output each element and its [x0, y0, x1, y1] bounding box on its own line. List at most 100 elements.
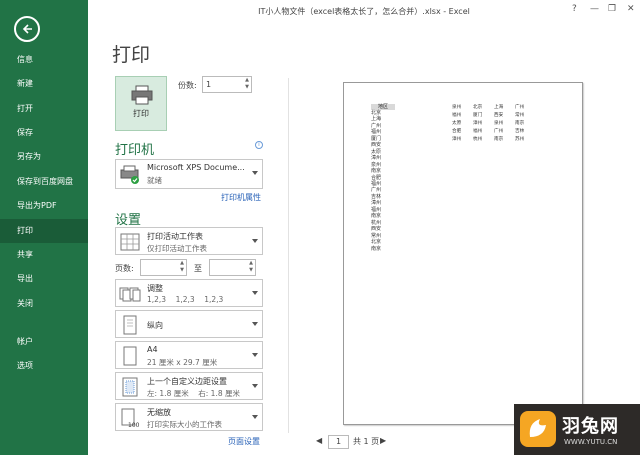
chevron-down-icon — [252, 171, 258, 175]
title-bar: IT小人物文件（excel表格太长了，怎么合并）.xlsx - Excel ? … — [88, 0, 640, 22]
chevron-down-icon — [252, 384, 258, 388]
nav-item-close[interactable]: 关闭 — [0, 292, 88, 316]
preview-column-cells: 北京 上海 广州 福州 厦门 西安 太原 漳州 泉州 南京 合肥 福州 广州 吉林 漳州 福州 南京 杭州 西安 常州… — [371, 110, 395, 252]
collate-sub: 1,2,3 1,2,3 1,2,3 — [147, 295, 224, 304]
pages-label: 页数: — [115, 264, 134, 273]
prev-page-icon[interactable]: ◀ — [316, 436, 322, 445]
chevron-down-icon — [252, 353, 258, 357]
collate-title: 调整 — [147, 284, 163, 293]
print-scope-sub: 仅打印活动工作表 — [147, 244, 207, 253]
preview-grid-cell: 杭州 — [473, 137, 483, 142]
scaling-icon: 100 — [121, 408, 140, 429]
chevron-down-icon — [252, 239, 258, 243]
current-page-input[interactable]: 1 — [328, 435, 349, 449]
info-icon[interactable]: i — [255, 141, 263, 149]
printer-properties-link[interactable]: 打印机属性 — [221, 192, 261, 203]
pages-to-input[interactable]: ▲ ▼ — [209, 259, 256, 276]
preview-grid-cell: 北京 — [473, 105, 483, 110]
watermark-logo-icon — [520, 411, 556, 447]
nav-item-print[interactable]: 打印 — [0, 219, 88, 243]
scaling-sub: 打印实际大小的工作表 — [147, 420, 222, 429]
preview-grid-cell: 南京 — [494, 137, 504, 142]
printer-dropdown[interactable]: Microsoft XPS Docume... 就绪 — [115, 159, 263, 189]
paper-icon — [123, 346, 137, 366]
collate-dropdown[interactable]: 调整 1,2,3 1,2,3 1,2,3 — [115, 279, 263, 307]
copies-stepper[interactable]: 1 ▲ ▼ — [202, 76, 252, 93]
pages-to-label: 至 — [194, 264, 202, 273]
spin-down-icon[interactable]: ▼ — [247, 267, 255, 274]
paper-size-dropdown[interactable]: A4 21 厘米 x 29.7 厘米 — [115, 341, 263, 369]
preview-grid-cell: 合肥 — [452, 129, 462, 134]
preview-grid-row: 太原 漳州 泉州 南京 — [452, 120, 536, 128]
collate-icon — [119, 287, 141, 302]
xps-printer-icon — [120, 165, 139, 184]
printer-name: Microsoft XPS Docume... — [147, 163, 245, 172]
nav-item-export-pdf[interactable]: 导出为PDF — [0, 194, 88, 218]
preview-grid-cell: 广州 — [515, 105, 525, 110]
portrait-icon — [123, 315, 137, 335]
nav-item-open[interactable]: 打开 — [0, 97, 88, 121]
nav-item-info[interactable]: 信息 — [0, 48, 88, 72]
svg-text:100: 100 — [128, 422, 140, 429]
watermark: 羽兔网 WWW.YUTU.CN — [514, 404, 640, 455]
preview-grid-cell: 漳州 — [452, 137, 462, 142]
restore-button[interactable]: ❐ — [608, 4, 616, 14]
chevron-down-icon — [252, 291, 258, 295]
preview-grid-cell: 上海 — [494, 105, 504, 110]
window-title: IT小人物文件（excel表格太长了，怎么合并）.xlsx - Excel — [258, 7, 470, 16]
preview-grid-cell: 广州 — [494, 129, 504, 134]
backstage-nav: 信息 新建 打开 保存 另存为 保存到百度网盘 导出为PDF 打印 共享 导出 … — [0, 0, 88, 455]
page-setup-link[interactable]: 页面设置 — [228, 436, 260, 447]
sheet-icon — [120, 233, 140, 251]
back-arrow-icon — [22, 24, 32, 34]
preview-grid-cell: 苏州 — [515, 137, 525, 142]
preview-grid-cell: 漳州 — [473, 121, 483, 126]
preview-grid-cell: 泉州 — [494, 121, 504, 126]
spin-up-icon[interactable]: ▲ — [243, 77, 251, 84]
spin-up-icon[interactable]: ▲ — [247, 260, 255, 267]
spin-up-icon[interactable]: ▲ — [178, 260, 186, 267]
nav-item-new[interactable]: 新建 — [0, 72, 88, 96]
chevron-down-icon — [252, 415, 258, 419]
help-button[interactable]: ? — [572, 4, 577, 14]
spin-down-icon[interactable]: ▼ — [243, 84, 251, 91]
preview-grid-cell: 福州 — [473, 129, 483, 134]
minimize-button[interactable]: — — [590, 4, 599, 14]
margins-title: 上一个自定义边距设置 — [147, 377, 227, 386]
nav-item-options[interactable]: 选项 — [0, 354, 88, 378]
pages-from-input[interactable]: ▲ ▼ — [140, 259, 187, 276]
close-button[interactable]: ✕ — [627, 4, 635, 14]
nav-item-share[interactable]: 共享 — [0, 243, 88, 267]
chevron-down-icon — [252, 322, 258, 326]
print-scope-title: 打印活动工作表 — [147, 232, 203, 241]
print-button-label: 打印 — [133, 109, 149, 118]
printer-status: 就绪 — [147, 176, 162, 185]
preview-grid-cell: 福州 — [452, 113, 462, 118]
watermark-brand: 羽兔网 — [562, 416, 619, 437]
nav-item-export[interactable]: 导出 — [0, 267, 88, 291]
preview-grid-row: 泉州 北京 上海 广州 — [452, 104, 536, 112]
next-page-icon[interactable]: ▶ — [380, 436, 386, 445]
nav-item-save-baidu[interactable]: 保存到百度网盘 — [0, 170, 88, 194]
nav-item-account[interactable]: 帐户 — [0, 330, 88, 354]
preview-grid-cell: 太原 — [452, 121, 462, 126]
orientation-dropdown[interactable]: 纵向 — [115, 310, 263, 338]
preview-grid-cell: 厦门 — [473, 113, 483, 118]
preview-cell: 南京 — [371, 245, 382, 252]
printer-heading: 打印机 — [115, 143, 155, 158]
paper-title: A4 — [147, 345, 158, 354]
margins-sub: 左: 1.8 厘米 右: 1.8 厘米 — [147, 389, 240, 398]
scaling-dropdown[interactable]: 100 无缩放 打印实际大小的工作表 — [115, 403, 263, 431]
print-scope-dropdown[interactable]: 打印活动工作表 仅打印活动工作表 — [115, 227, 263, 255]
back-button[interactable] — [14, 16, 40, 42]
nav-item-save[interactable]: 保存 — [0, 121, 88, 145]
margins-dropdown[interactable]: 上一个自定义边距设置 左: 1.8 厘米 右: 1.8 厘米 — [115, 372, 263, 400]
spin-down-icon[interactable]: ▼ — [178, 267, 186, 274]
preview-grid-cell: 吉林 — [515, 129, 525, 134]
nav-item-save-as[interactable]: 另存为 — [0, 145, 88, 169]
preview-grid-cell: 泉州 — [452, 105, 462, 110]
paper-sub: 21 厘米 x 29.7 厘米 — [147, 358, 218, 367]
copies-label: 份数: — [178, 81, 197, 90]
orientation-value: 纵向 — [147, 321, 163, 330]
print-button[interactable]: 打印 — [115, 76, 167, 131]
